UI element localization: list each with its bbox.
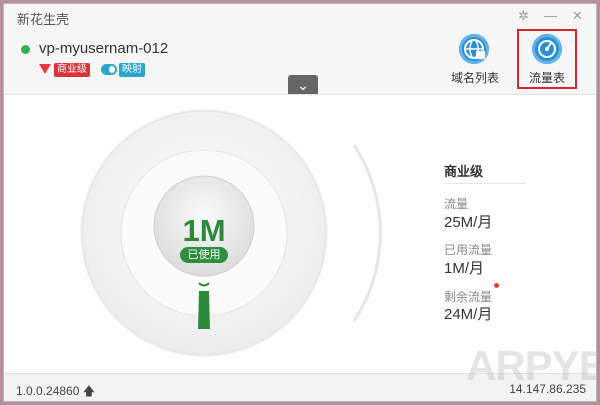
traffic-meter-label: 流量表 bbox=[528, 71, 565, 85]
minimize-button[interactable]: — bbox=[544, 9, 557, 23]
mapping-icon bbox=[101, 64, 117, 75]
traffic-value: 25M/月 bbox=[444, 214, 493, 231]
main-panel: 1M 已使用 商业级 流量 25M/月 已用流量 1M/月 剩余流量 24M/月 bbox=[4, 94, 596, 374]
domain-list-label: 域名列表 bbox=[450, 71, 499, 85]
app-window: 新花生壳 ✲ — ✕ vp-myusernam-012 商业级 映射 域名列表 bbox=[3, 3, 597, 402]
remaining-traffic-value: 24M/月 bbox=[444, 306, 493, 323]
alert-dot-icon bbox=[494, 283, 499, 288]
service-tier: 商业级 bbox=[444, 164, 484, 179]
settings-icon[interactable]: ✲ bbox=[518, 9, 529, 23]
domain-list-button[interactable]: 域名列表 bbox=[445, 29, 505, 89]
used-value: 1M bbox=[182, 213, 226, 248]
gauge-glyph bbox=[538, 40, 556, 58]
online-status-icon bbox=[21, 45, 30, 54]
info-divider bbox=[444, 183, 526, 184]
collapse-button[interactable]: ⌄ bbox=[288, 75, 318, 95]
traffic-label: 流量 bbox=[444, 197, 469, 211]
gauge-side-arc bbox=[352, 144, 382, 322]
used-label: 已使用 bbox=[180, 247, 228, 263]
mapping-badge[interactable]: 映射 bbox=[119, 63, 145, 77]
server-name: vp-myusernam-012 bbox=[39, 40, 169, 57]
globe-glyph bbox=[464, 39, 485, 59]
version-label: 1.0.0.24860 🡅 bbox=[16, 384, 96, 398]
title-bar: 新花生壳 ✲ — ✕ bbox=[4, 4, 596, 34]
watermark-logo: ARPYE bbox=[466, 342, 597, 389]
close-button[interactable]: ✕ bbox=[572, 9, 583, 23]
tier-badge: 商业级 bbox=[54, 63, 90, 77]
traffic-meter-button[interactable]: 流量表 bbox=[517, 29, 577, 89]
diamond-icon bbox=[39, 64, 51, 74]
update-arrow-icon[interactable]: 🡅 bbox=[83, 384, 95, 398]
gauge-icon bbox=[532, 34, 562, 64]
globe-icon bbox=[459, 34, 489, 64]
used-traffic-value: 1M/月 bbox=[444, 260, 485, 277]
used-traffic-label: 已用流量 bbox=[444, 243, 493, 257]
gauge-usage-needle bbox=[198, 291, 210, 329]
app-title: 新花生壳 bbox=[17, 12, 70, 27]
